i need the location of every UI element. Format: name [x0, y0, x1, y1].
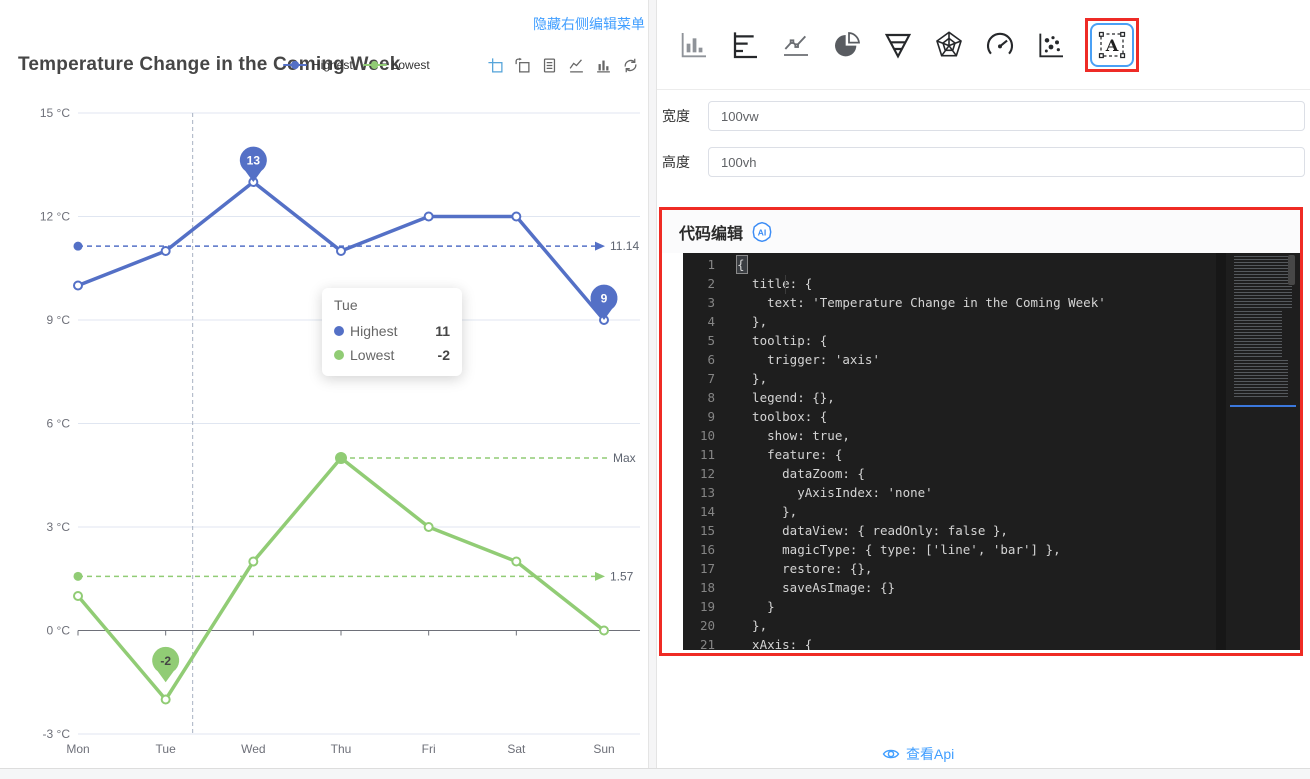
eye-icon — [882, 745, 900, 763]
width-field-label: 宽度 — [662, 106, 694, 126]
legend-item-highest[interactable]: Highest — [283, 58, 353, 72]
height-input[interactable] — [708, 147, 1305, 177]
bottom-scrollbar[interactable] — [0, 768, 1310, 779]
svg-text:Thu: Thu — [331, 742, 352, 756]
indent-guide — [785, 275, 786, 294]
svg-text:13: 13 — [247, 154, 261, 168]
width-field-row: 宽度 — [662, 101, 1305, 131]
view-api-link[interactable]: 查看Api — [882, 744, 954, 764]
toolbox-data-view-icon[interactable] — [541, 57, 558, 74]
gauge-chart-icon[interactable] — [983, 28, 1017, 62]
height-field-label: 高度 — [662, 152, 694, 172]
svg-text:0 °C: 0 °C — [47, 624, 71, 638]
horizontal-bar-chart-icon[interactable] — [728, 28, 762, 62]
svg-text:-2: -2 — [160, 654, 171, 668]
edit-panel: A 宽度 高度 代码编辑 AI 123456789101112131415161… — [657, 0, 1310, 768]
svg-text:Sat: Sat — [507, 742, 526, 756]
code-editor-section: 代码编辑 AI 12345678910111213141516171819202… — [659, 207, 1303, 656]
svg-text:6 °C: 6 °C — [47, 417, 71, 431]
chart-panel: -3 °C 0 °C 3 °C 6 °C 9 °C 12 °C 15 °C Mon Tue Wed… — [0, 0, 648, 768]
svg-text:9 °C: 9 °C — [47, 313, 71, 327]
tooltip-series-dot — [334, 350, 344, 360]
chart-tooltip: Tue Highest11Lowest-2 — [322, 288, 462, 376]
svg-text:Sun: Sun — [593, 742, 614, 756]
tooltip-title: Tue — [334, 297, 450, 313]
toolbox-restore-icon[interactable] — [622, 57, 639, 74]
toolbox-data-zoom-icon[interactable] — [487, 57, 504, 74]
tooltip-row: Lowest-2 — [334, 343, 450, 367]
funnel-chart-icon[interactable] — [881, 28, 915, 62]
bar-chart-icon[interactable] — [677, 28, 711, 62]
svg-text:-3 °C: -3 °C — [43, 727, 71, 741]
svg-text:Tue: Tue — [156, 742, 177, 756]
legend-item-lowest[interactable]: Lowest — [363, 58, 430, 72]
height-field-row: 高度 — [662, 147, 1305, 177]
svg-text:11.14: 11.14 — [610, 239, 639, 253]
chart-canvas[interactable]: -3 °C 0 °C 3 °C 6 °C 9 °C 12 °C 15 °C Mon Tue Wed… — [0, 0, 648, 768]
minimap-scroll-thumb[interactable] — [1288, 255, 1295, 285]
selected-icon-highlight: A — [1085, 18, 1139, 72]
svg-text:9: 9 — [601, 292, 608, 306]
tooltip-row: Highest11 — [334, 319, 450, 343]
minimap[interactable] — [1230, 253, 1296, 650]
svg-text:15 °C: 15 °C — [40, 106, 70, 120]
svg-text:AI: AI — [758, 227, 767, 237]
width-input[interactable] — [708, 101, 1305, 131]
text-element-icon[interactable]: A — [1090, 23, 1134, 67]
code-editor-title: 代码编辑 — [679, 220, 743, 244]
panel-divider — [648, 0, 657, 768]
radar-chart-icon[interactable] — [932, 28, 966, 62]
minimap-cursor-line — [1230, 405, 1296, 407]
svg-text:12 °C: 12 °C — [40, 210, 70, 224]
toolbox-line-chart-icon[interactable] — [568, 57, 585, 74]
chart-type-toolbar: A — [657, 0, 1310, 90]
svg-text:Max: Max — [613, 451, 636, 465]
hide-right-menu-link[interactable]: 隐藏右侧编辑菜单 — [533, 14, 645, 34]
chart-toolbox — [487, 57, 648, 74]
line-number-gutter: 123456789101112131415161718192021 — [683, 253, 729, 650]
toolbox-bar-chart-icon[interactable] — [595, 57, 612, 74]
toolbox-zoom-restore-icon[interactable] — [514, 57, 531, 74]
chart-legend: Highest Lowest — [283, 58, 430, 72]
svg-text:Fri: Fri — [422, 742, 436, 756]
line-chart-icon[interactable] — [779, 28, 813, 62]
svg-text:3 °C: 3 °C — [47, 520, 71, 534]
svg-text:A: A — [1105, 35, 1119, 54]
pie-chart-icon[interactable] — [830, 28, 864, 62]
svg-text:Wed: Wed — [241, 742, 265, 756]
code-content: { title: { text: 'Temperature Change in … — [729, 253, 1300, 650]
ai-badge-icon[interactable]: AI — [751, 221, 773, 243]
svg-text:1.57: 1.57 — [610, 569, 634, 583]
svg-text:Mon: Mon — [66, 742, 89, 756]
code-editor[interactable]: 123456789101112131415161718192021 { titl… — [683, 253, 1300, 650]
tooltip-series-dot — [334, 326, 344, 336]
code-editor-header: 代码编辑 AI — [662, 210, 1300, 253]
scatter-chart-icon[interactable] — [1034, 28, 1068, 62]
editor-scrollbar-track[interactable] — [1216, 253, 1226, 650]
